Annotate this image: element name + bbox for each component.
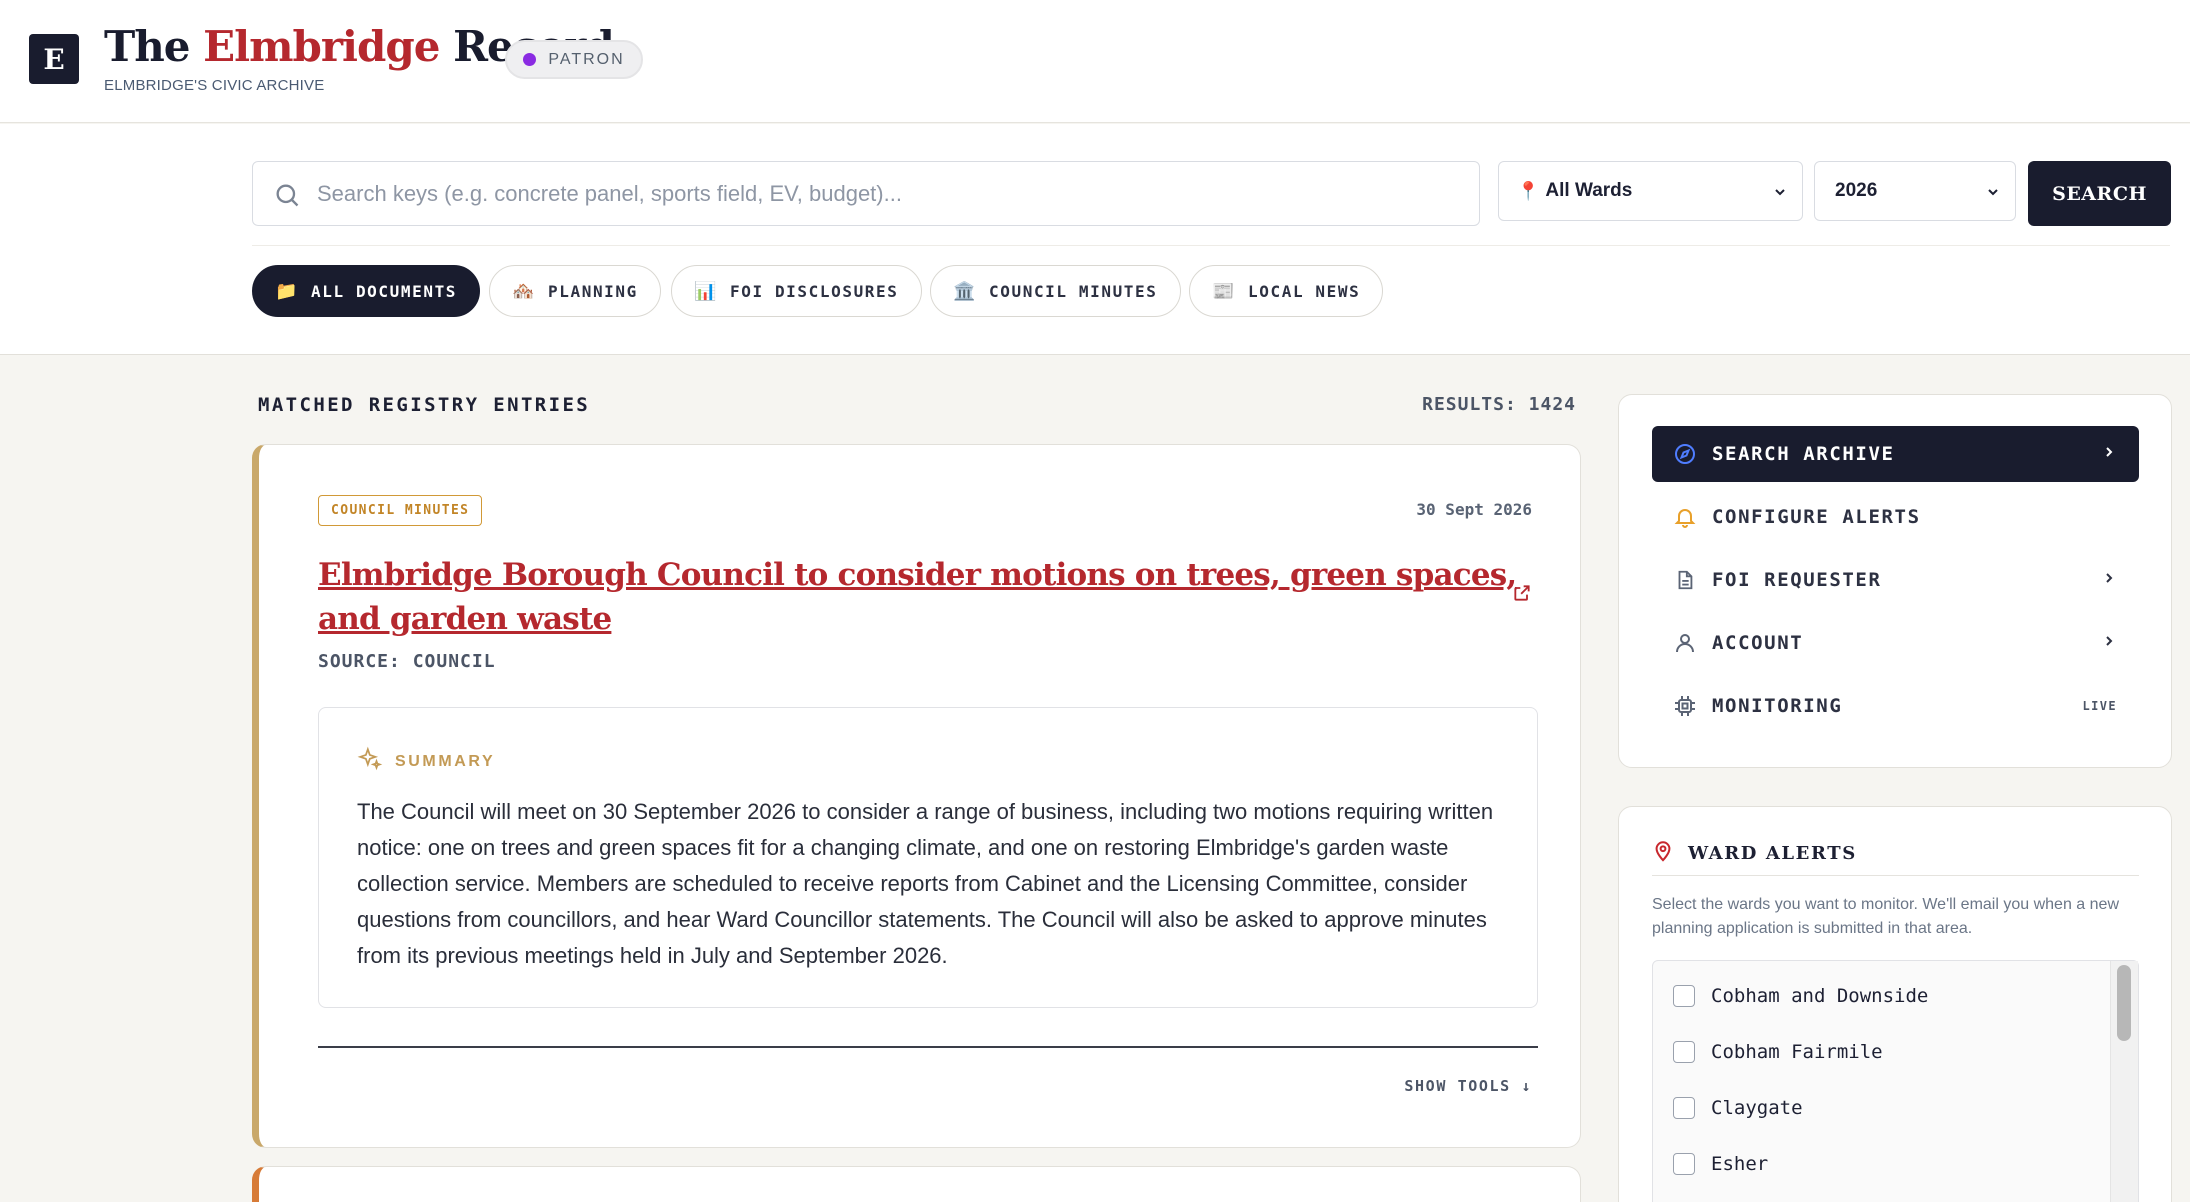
checkbox[interactable] — [1673, 1097, 1695, 1119]
filter-all-documents[interactable]: 📁 ALL DOCUMENTS — [252, 265, 481, 317]
patron-badge: PATRON — [505, 40, 643, 79]
search-box — [252, 161, 1480, 226]
ward-alerts-description: Select the wards you want to monitor. We… — [1652, 896, 2119, 937]
patron-label: PATRON — [548, 50, 625, 68]
divider — [252, 245, 2170, 246]
nav-account[interactable]: ACCOUNT — [1652, 615, 2139, 671]
chevron-right-icon — [2101, 569, 2117, 591]
document-icon — [1672, 568, 1698, 592]
scrollbar[interactable] — [2110, 961, 2138, 1202]
checkbox[interactable] — [1673, 1153, 1695, 1175]
nav-label: ACCOUNT — [1712, 632, 1804, 654]
sparkle-icon — [357, 746, 383, 777]
building-icon: 🏛️ — [953, 280, 978, 302]
nav-search-archive[interactable]: SEARCH ARCHIVE — [1652, 426, 2139, 482]
chip-label: PLANNING — [548, 281, 638, 301]
ward-label: Cobham Fairmile — [1711, 1041, 1883, 1063]
chip-label: LOCAL NEWS — [1248, 281, 1361, 301]
sidebar-nav: SEARCH ARCHIVE CONFIGURE ALERTS FOI REQU… — [1618, 394, 2172, 768]
category-tag: COUNCIL MINUTES — [318, 495, 483, 526]
entry-title-link[interactable]: Elmbridge Borough Council to consider mo… — [318, 553, 1518, 641]
top-header: E The Elmbridge Record ELMBRIDGE'S CIVIC… — [0, 0, 2190, 123]
summary-label: SUMMARY — [395, 752, 496, 770]
houses-icon: 🏘️ — [512, 280, 537, 302]
search-panel: 📍 All Wards 2026 SEARCH 📁 ALL DOCUMENTS … — [0, 124, 2190, 355]
nav-configure-alerts[interactable]: CONFIGURE ALERTS — [1652, 489, 2139, 545]
user-icon — [1672, 631, 1698, 655]
logo[interactable]: E — [29, 34, 79, 84]
chip-label: COUNCIL MINUTES — [989, 281, 1158, 301]
chevron-down-icon — [1985, 184, 2001, 206]
year-select-value: 2026 — [1835, 180, 1878, 201]
ward-option[interactable]: Cobham and Downside — [1673, 980, 1928, 1012]
title-prefix: The — [104, 22, 204, 71]
folder-icon: 📁 — [275, 280, 300, 302]
ward-option[interactable]: Esher — [1673, 1148, 1768, 1180]
filter-foi-disclosures[interactable]: 📊 FOI DISCLOSURES — [671, 265, 922, 317]
summary-box: SUMMARY The Council will meet on 30 Sept… — [318, 707, 1538, 1008]
summary-heading: SUMMARY — [357, 746, 495, 777]
filter-local-news[interactable]: 📰 LOCAL NEWS — [1189, 265, 1384, 317]
site-subtitle: ELMBRIDGE'S CIVIC ARCHIVE — [104, 77, 325, 94]
filter-council-minutes[interactable]: 🏛️ COUNCIL MINUTES — [930, 265, 1181, 317]
filter-planning[interactable]: 🏘️ PLANNING — [489, 265, 661, 317]
bar-chart-icon: 📊 — [694, 280, 719, 302]
chevron-down-icon — [1772, 184, 1788, 206]
nav-foi-requester[interactable]: FOI REQUESTER — [1652, 552, 2139, 608]
external-link-icon[interactable] — [1512, 583, 1532, 608]
chevron-right-icon — [2101, 443, 2117, 465]
entry-date: 30 Sept 2026 — [1416, 500, 1532, 519]
ward-select[interactable]: 📍 All Wards — [1498, 161, 1803, 221]
chevron-right-icon — [2101, 632, 2117, 654]
search-icon — [273, 181, 301, 214]
entry-source: SOURCE: COUNCIL — [318, 651, 496, 672]
show-tools-button[interactable]: SHOW TOOLS ↓ — [1404, 1077, 1532, 1095]
ward-alerts-title: WARD ALERTS — [1688, 843, 1857, 864]
ward-option[interactable]: Cobham Fairmile — [1673, 1036, 1883, 1068]
results-count: RESULTS: 1424 — [1422, 394, 1576, 415]
ward-label: Esher — [1711, 1153, 1769, 1175]
newspaper-icon: 📰 — [1212, 280, 1237, 302]
ward-checkbox-list[interactable]: Cobham and Downside Cobham Fairmile Clay… — [1652, 960, 2139, 1202]
summary-text: The Council will meet on 30 September 20… — [357, 799, 1494, 968]
result-card: COUNCIL MINUTES 30 Sept 2026 Elmbridge B… — [252, 444, 1581, 1148]
status-dot-icon — [523, 53, 537, 66]
search-button[interactable]: SEARCH — [2028, 161, 2171, 226]
nav-label: FOI REQUESTER — [1712, 569, 1882, 591]
nav-label: MONITORING — [1712, 695, 1843, 717]
chip-label: ALL DOCUMENTS — [311, 281, 458, 301]
ward-option[interactable]: Claygate — [1673, 1092, 1803, 1124]
map-pin-icon — [1652, 838, 1674, 869]
nav-label: CONFIGURE ALERTS — [1712, 506, 1921, 528]
scrollbar-thumb[interactable] — [2117, 965, 2131, 1041]
divider — [318, 1046, 1538, 1048]
ward-alerts-panel: WARD ALERTS Select the wards you want to… — [1618, 806, 2172, 1202]
bell-icon — [1672, 505, 1698, 529]
result-card — [252, 1166, 1581, 1202]
ward-label: Claygate — [1711, 1097, 1803, 1119]
nav-label: SEARCH ARCHIVE — [1712, 443, 1895, 465]
logo-letter: E — [43, 42, 65, 76]
title-accent: Elmbridge — [203, 22, 440, 71]
compass-icon — [1672, 442, 1698, 466]
ward-alerts-heading: WARD ALERTS — [1652, 838, 1857, 869]
map-pin-icon: 📍 — [1517, 180, 1540, 201]
chip-icon — [1672, 694, 1698, 718]
checkbox[interactable] — [1673, 985, 1695, 1007]
chip-label: FOI DISCLOSURES — [730, 281, 899, 301]
ward-label: Cobham and Downside — [1711, 985, 1929, 1007]
checkbox[interactable] — [1673, 1041, 1695, 1063]
search-input[interactable] — [253, 162, 1479, 225]
live-badge: LIVE — [2082, 699, 2117, 713]
ward-select-value: All Wards — [1545, 180, 1633, 201]
year-select[interactable]: 2026 — [1814, 161, 2016, 221]
divider — [1652, 875, 2139, 876]
nav-monitoring[interactable]: MONITORING LIVE — [1652, 678, 2139, 734]
results-heading: MATCHED REGISTRY ENTRIES — [258, 394, 591, 416]
